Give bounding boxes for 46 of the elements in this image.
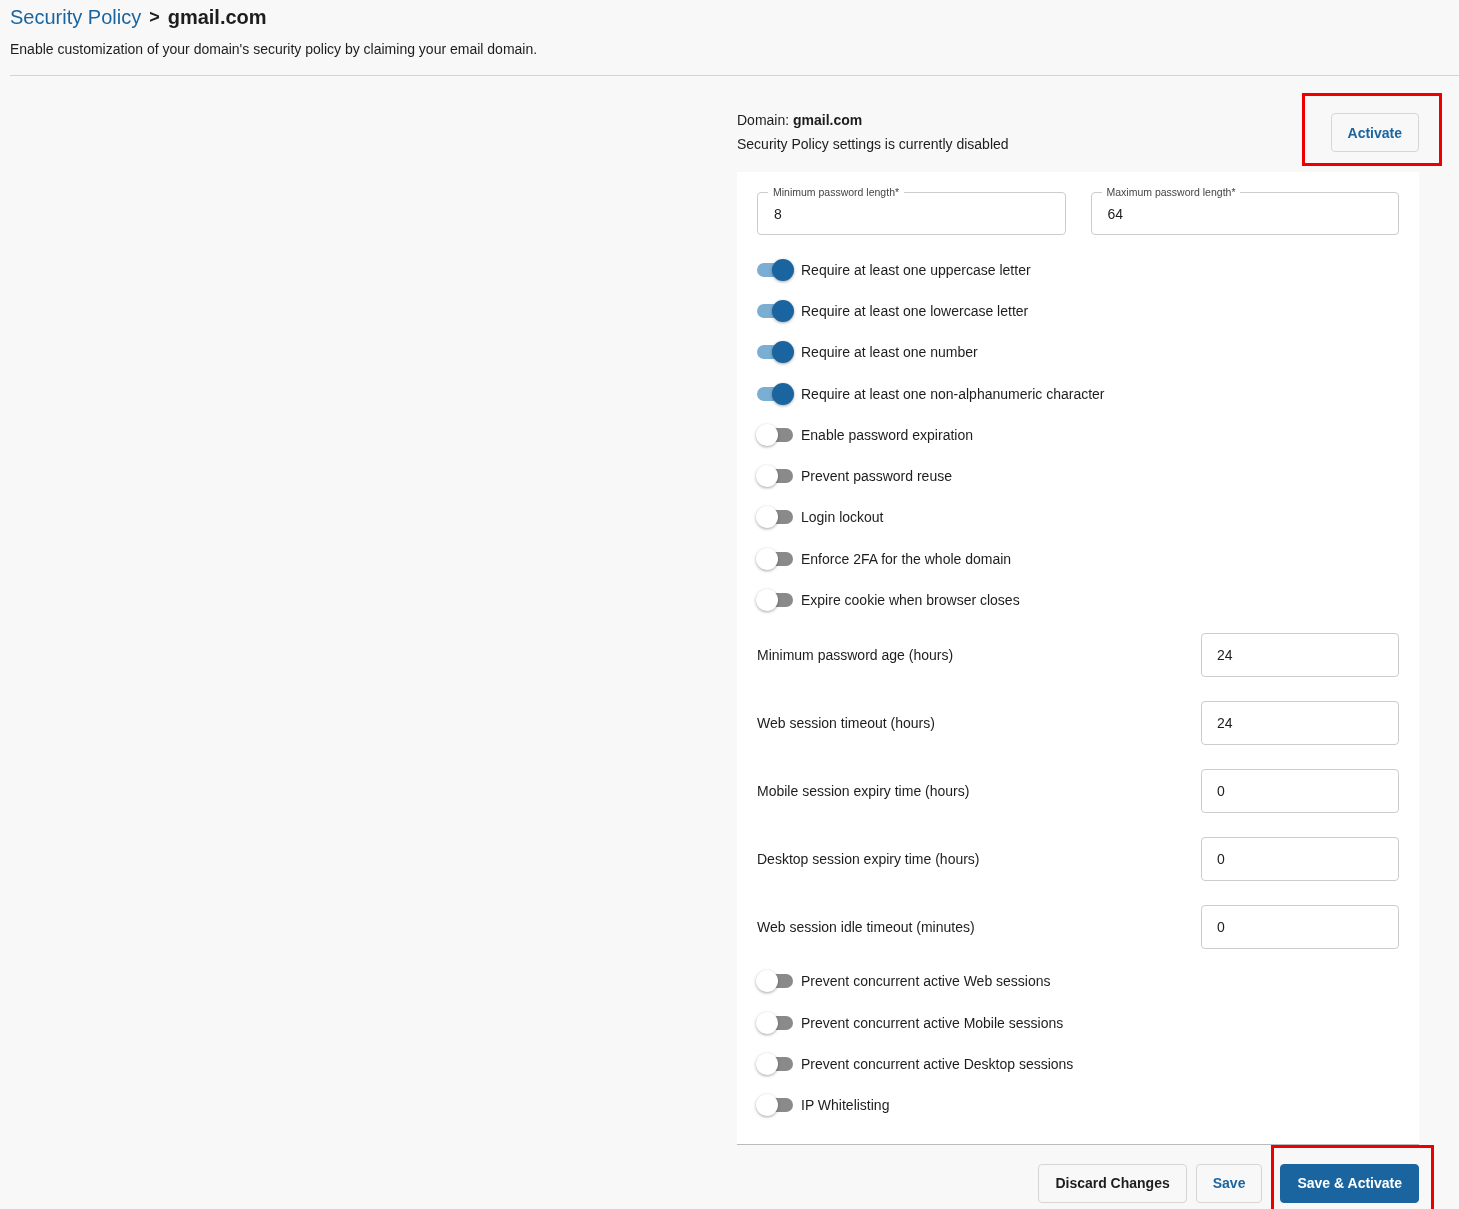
activate-button[interactable]: Activate xyxy=(1330,113,1419,152)
toggle-label: Login lockout xyxy=(801,509,884,526)
toggle-label: Prevent concurrent active Web sessions xyxy=(801,973,1051,990)
save-activate-button[interactable]: Save & Activate xyxy=(1280,1163,1419,1203)
number-field[interactable]: 0 xyxy=(1201,836,1399,881)
field-label: Web session timeout (hours) xyxy=(757,714,935,731)
toggle-switch[interactable] xyxy=(757,382,793,405)
toggle-switch[interactable] xyxy=(757,970,793,993)
toggle-label: IP Whitelisting xyxy=(801,1097,890,1114)
toggle-switch[interactable] xyxy=(757,506,793,529)
number-field[interactable]: 24 xyxy=(1201,700,1399,745)
toggle-label: Prevent password reuse xyxy=(801,468,952,485)
toggle-switch[interactable] xyxy=(757,589,793,611)
toggle-label: Require at least one lowercase letter xyxy=(801,302,1029,319)
chevron-icon: > xyxy=(149,7,160,28)
toggle-switch[interactable] xyxy=(757,423,793,446)
toggle-label: Require at least one non-alphanumeric character xyxy=(801,385,1105,402)
toggle-label: Require at least one number xyxy=(801,344,978,361)
page-title: gmail.com xyxy=(167,6,267,29)
page-description: Enable customization of your domain's security policy by claiming your email domain. xyxy=(10,41,539,57)
toggle-switch[interactable] xyxy=(757,547,793,570)
toggle-switch[interactable] xyxy=(757,1094,793,1117)
toggle-switch[interactable] xyxy=(757,465,793,488)
status-text: Security Policy settings is currently disabled xyxy=(737,136,1009,152)
toggle-label: Prevent concurrent active Desktop sessions xyxy=(801,1055,1074,1072)
toggle-switch[interactable] xyxy=(757,258,793,281)
number-field[interactable]: 0 xyxy=(1201,768,1399,813)
save-button[interactable]: Save xyxy=(1195,1163,1263,1203)
toggle-label: Require at least one uppercase letter xyxy=(801,261,1031,278)
toggle-switch[interactable] xyxy=(757,1011,793,1034)
field-label: Web session idle timeout (minutes) xyxy=(757,918,975,935)
toggle-label: Prevent concurrent active Mobile sessions xyxy=(801,1014,1064,1031)
field-label: Desktop session expiry time (hours) xyxy=(757,850,980,867)
number-field[interactable]: 24 xyxy=(1201,632,1399,677)
domain-text: Domain: gmail.com xyxy=(737,112,864,128)
toggle-label: Enable password expiration xyxy=(801,426,973,443)
toggle-switch[interactable] xyxy=(757,1052,793,1075)
field-label: Mobile session expiry time (hours) xyxy=(757,782,970,799)
discard-button[interactable]: Discard Changes xyxy=(1038,1163,1187,1203)
toggle-label: Enforce 2FA for the whole domain xyxy=(801,550,1012,567)
number-field[interactable]: 0 xyxy=(1201,904,1399,949)
toggle-switch[interactable] xyxy=(757,341,793,364)
breadcrumb-link[interactable]: Security Policy xyxy=(10,6,142,29)
toggle-label: Expire cookie when browser closes xyxy=(801,592,1020,608)
toggle-switch[interactable] xyxy=(757,299,793,322)
field-label: Minimum password age (hours) xyxy=(757,646,954,663)
